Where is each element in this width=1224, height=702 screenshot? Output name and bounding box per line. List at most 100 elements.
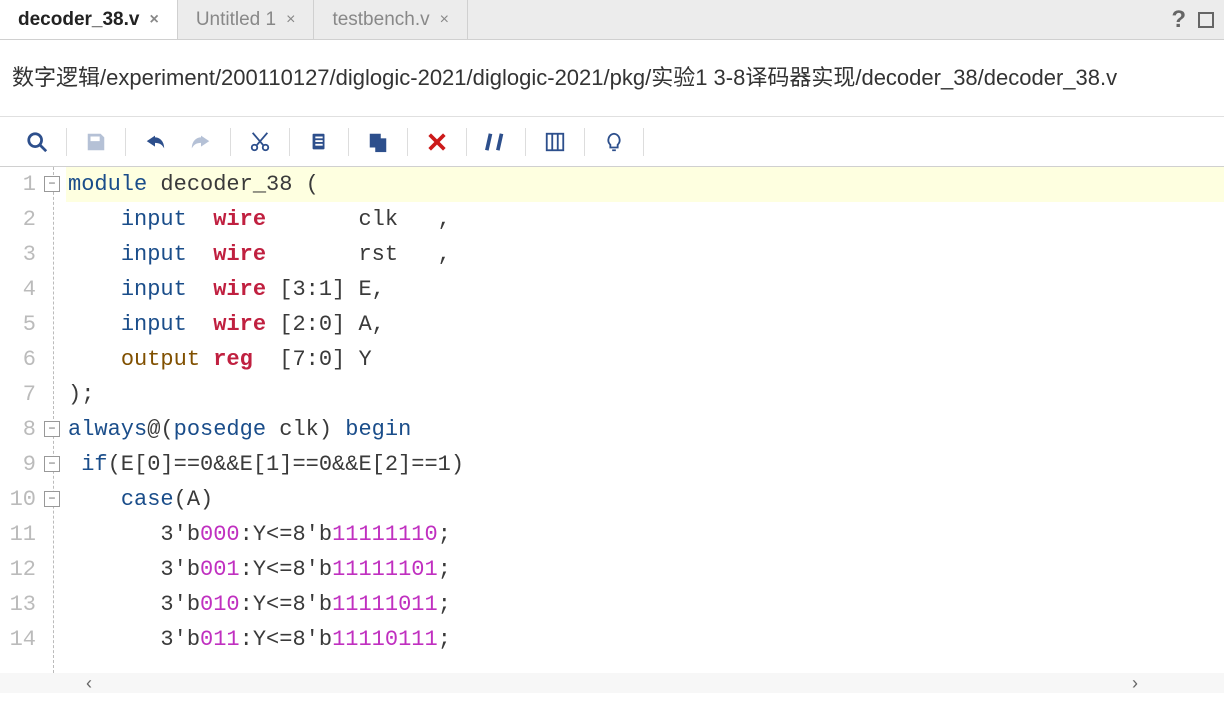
undo-button[interactable]: [132, 124, 178, 160]
toolbar-separator: [348, 128, 349, 156]
code-line[interactable]: 3'b011:Y<=8'b11110111;: [66, 622, 1224, 657]
code-token: [187, 242, 213, 267]
tab-bar-right: ?: [1171, 6, 1224, 34]
line-number: 1: [0, 167, 40, 202]
code-line[interactable]: );: [66, 377, 1224, 412]
delete-button[interactable]: [414, 124, 460, 160]
line-number: 8: [0, 412, 40, 447]
code-token: output: [121, 347, 200, 372]
code-token: input: [121, 312, 187, 337]
fold-toggle-icon[interactable]: −: [44, 421, 60, 437]
close-icon[interactable]: ×: [286, 11, 295, 29]
scroll-left-icon[interactable]: ‹: [86, 673, 92, 694]
code-token: module: [68, 172, 147, 197]
fold-toggle-icon[interactable]: −: [44, 176, 60, 192]
code-token: ;: [438, 557, 451, 582]
code-line[interactable]: 3'b001:Y<=8'b11111101;: [66, 552, 1224, 587]
cut-button[interactable]: [237, 124, 283, 160]
toolbar-separator: [289, 128, 290, 156]
code-line[interactable]: input wire [2:0] A,: [66, 307, 1224, 342]
code-token: [68, 277, 121, 302]
code-token: 010: [200, 592, 240, 617]
toolbar-separator: [525, 128, 526, 156]
code-token: :Y<=8'b: [240, 627, 332, 652]
fold-toggle-icon[interactable]: −: [44, 491, 60, 507]
code-token: 3'b: [68, 522, 200, 547]
code-token: ;: [438, 627, 451, 652]
code-token: );: [68, 382, 94, 407]
search-button[interactable]: [14, 124, 60, 160]
tab-bar: decoder_38.v × Untitled 1 × testbench.v × ?: [0, 0, 1224, 40]
code-token: [68, 312, 121, 337]
code-area[interactable]: module decoder_38 ( input wire clk , inp…: [66, 167, 1224, 673]
code-token: ;: [438, 522, 451, 547]
code-line[interactable]: always@(posedge clk) begin: [66, 412, 1224, 447]
close-icon[interactable]: ×: [149, 11, 158, 29]
code-token: 000: [200, 522, 240, 547]
toolbar-separator: [466, 128, 467, 156]
code-token: :Y<=8'b: [240, 592, 332, 617]
tab-untitled-1[interactable]: Untitled 1 ×: [178, 0, 315, 39]
save-button: [73, 124, 119, 160]
code-token: input: [121, 242, 187, 267]
comment-button[interactable]: [473, 124, 519, 160]
code-token: :Y<=8'b: [240, 557, 332, 582]
code-token: :Y<=8'b: [240, 522, 332, 547]
code-token: [68, 452, 81, 477]
code-line[interactable]: 3'b000:Y<=8'b11111110;: [66, 517, 1224, 552]
code-token: always: [68, 417, 147, 442]
tab-label: testbench.v: [332, 9, 429, 31]
horizontal-scrollbar[interactable]: ‹ ›: [0, 673, 1224, 693]
line-number: 11: [0, 517, 40, 552]
code-token: 001: [200, 557, 240, 582]
toolbar-separator: [407, 128, 408, 156]
code-token: ;: [438, 592, 451, 617]
code-token: wire: [213, 312, 266, 337]
code-token: wire: [213, 242, 266, 267]
code-line[interactable]: input wire rst ,: [66, 237, 1224, 272]
code-token: [68, 487, 121, 512]
code-line[interactable]: input wire clk ,: [66, 202, 1224, 237]
code-token: [200, 347, 213, 372]
code-token: input: [121, 207, 187, 232]
code-token: (A): [174, 487, 214, 512]
code-token: input: [121, 277, 187, 302]
column-select-button[interactable]: [532, 124, 578, 160]
line-number: 5: [0, 307, 40, 342]
tab-label: Untitled 1: [196, 9, 276, 31]
fold-toggle-icon[interactable]: −: [44, 456, 60, 472]
fold-column: − − − −: [42, 167, 66, 673]
code-line[interactable]: input wire [3:1] E,: [66, 272, 1224, 307]
code-token: decoder_38 (: [147, 172, 319, 197]
code-line[interactable]: if(E[0]==0&&E[1]==0&&E[2]==1): [66, 447, 1224, 482]
code-token: case: [121, 487, 174, 512]
code-line[interactable]: case(A): [66, 482, 1224, 517]
tab-decoder_38-v[interactable]: decoder_38.v ×: [0, 0, 178, 39]
code-token: 11110111: [332, 627, 438, 652]
help-icon[interactable]: ?: [1171, 6, 1186, 34]
copy-button[interactable]: [296, 124, 342, 160]
line-number: 6: [0, 342, 40, 377]
maximize-icon[interactable]: [1198, 12, 1214, 28]
toolbar-separator: [66, 128, 67, 156]
code-line[interactable]: 3'b010:Y<=8'b11111011;: [66, 587, 1224, 622]
code-line[interactable]: output reg [7:0] Y: [66, 342, 1224, 377]
tab-label: decoder_38.v: [18, 9, 139, 31]
toolbar-separator: [643, 128, 644, 156]
scroll-right-icon[interactable]: ›: [1132, 673, 1138, 694]
code-token: if: [81, 452, 107, 477]
tab-testbench-v[interactable]: testbench.v ×: [314, 0, 468, 39]
code-token: [68, 207, 121, 232]
code-token: (E[0]==0&&E[1]==0&&E[2]==1): [108, 452, 464, 477]
code-token: 11111101: [332, 557, 438, 582]
toolbar-separator: [230, 128, 231, 156]
close-icon[interactable]: ×: [440, 11, 449, 29]
line-number: 10: [0, 482, 40, 517]
hint-button[interactable]: [591, 124, 637, 160]
code-line[interactable]: module decoder_38 (: [66, 167, 1224, 202]
toolbar-separator: [584, 128, 585, 156]
code-editor[interactable]: 1234567891011121314 −−−− module decoder_…: [0, 167, 1224, 673]
code-token: 3'b: [68, 627, 200, 652]
paste-button[interactable]: [355, 124, 401, 160]
code-token: [3:1] E,: [266, 277, 385, 302]
